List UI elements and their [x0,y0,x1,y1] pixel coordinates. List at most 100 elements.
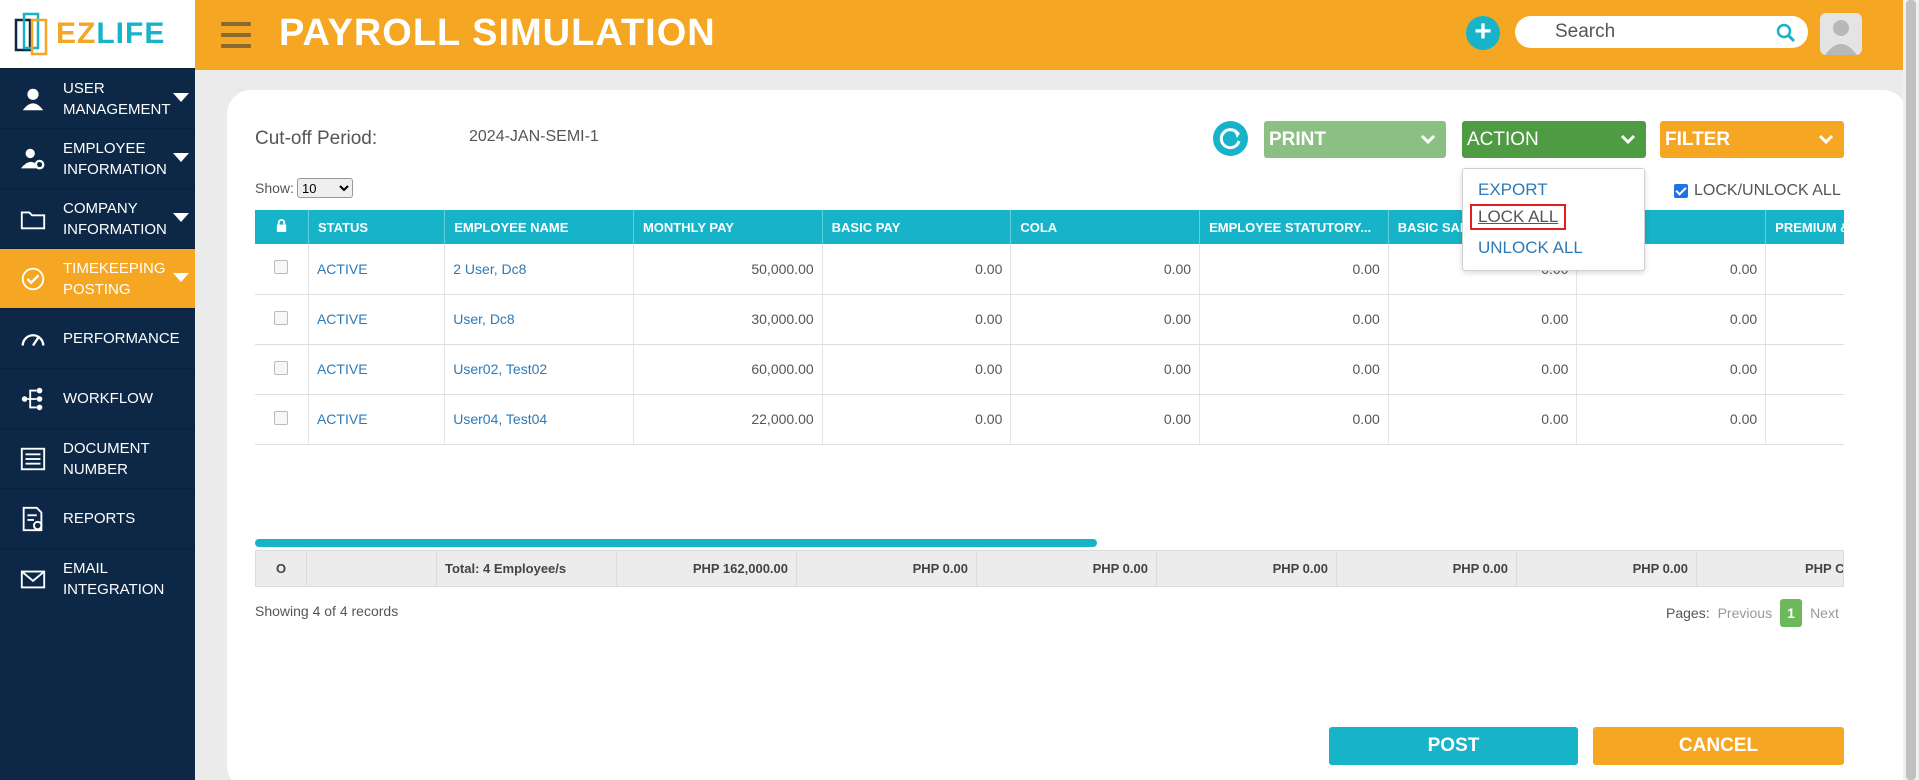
sidebar-item-workflow[interactable]: WORKFLOW [0,368,195,428]
sidebar-item-performance[interactable]: PERFORMANCE [0,308,195,368]
cola-cell: 0.00 [1010,244,1201,295]
logo[interactable]: EZLIFE [0,0,195,68]
caret-down-icon[interactable] [173,93,189,102]
status-cell[interactable]: ACTIVE [308,394,446,445]
row-checkbox[interactable] [274,410,289,425]
column-header[interactable]: EMPLOYEE STATUTORY... [1199,210,1389,244]
chevron-down-icon [1420,134,1436,145]
column-header[interactable]: EMPLOYEE NAME [444,210,634,244]
pages-label: Pages: [1666,605,1710,621]
row-checkbox-cell [255,294,309,345]
avatar[interactable] [1820,13,1862,55]
cola-cell: 0.00 [1010,294,1201,345]
print-label: PRINT [1269,129,1326,150]
sidebar-item-timekeeping-posting[interactable]: TIMEKEEPING POSTING [0,248,195,308]
employee-name-cell[interactable]: User04, Test04 [444,394,634,445]
value-cell: 0.00 [1576,294,1767,345]
monthly-pay-cell: 50,000.00 [633,244,823,295]
pagination: Pages: Previous 1 Next [1666,599,1839,627]
next-page-link[interactable]: Next [1810,605,1839,621]
action-dropdown-menu: EXPORT LOCK ALL UNLOCK ALL [1462,168,1645,271]
row-checkbox[interactable] [274,360,289,375]
refresh-button[interactable] [1213,121,1248,156]
cancel-button[interactable]: CANCEL [1593,727,1844,765]
sidebar-item-label: WORKFLOW [63,390,153,407]
value-cell: 0.00 [1576,344,1767,395]
column-header[interactable]: STATUS [308,210,446,244]
sidebar-item-label: REPORTS [63,510,136,527]
action-dropdown-button[interactable]: ACTION [1462,121,1646,158]
status-cell[interactable]: ACTIVE [308,294,446,345]
sidebar-item-label: PERFORMANCE [63,330,180,347]
sidebar-item-label: DOCUMENT NUMBER [63,439,150,478]
table-row[interactable]: ACTIVE User, Dc8 30,000.00 0.00 0.00 0.00 0.00… [255,294,1844,345]
statutory-cell: 0.00 [1199,344,1389,395]
monthly-pay-cell: 30,000.00 [633,294,823,345]
employee-name-cell[interactable]: User, Dc8 [444,294,634,345]
row-checkbox-cell [255,394,309,445]
sidebar-item-label: EMAIL INTEGRATION [63,559,165,598]
sidebar-item-reports[interactable]: REPORTS [0,488,195,548]
print-dropdown-button[interactable]: PRINT [1264,121,1446,158]
totals-employees: Total: 4 Employee/s [437,551,617,586]
sidebar-item-document-number[interactable]: DOCUMENT NUMBER [0,428,195,488]
table-row[interactable]: ACTIVE User02, Test02 60,000.00 0.00 0.00 0.0… [255,344,1844,395]
page-scrollbar-thumb[interactable] [1906,0,1916,780]
status-cell[interactable]: ACTIVE [308,244,446,295]
sidebar-item-label: EMPLOYEE INFORMATION [63,139,167,178]
totals-value: PHP 0.00 [1157,551,1337,586]
report-icon [18,504,48,534]
sidebar-item-employee-information[interactable]: EMPLOYEE INFORMATION [0,128,195,188]
search-icon[interactable] [1776,23,1796,43]
table-row[interactable]: ACTIVE User04, Test04 22,000.00 0.00 0.00 0.0… [255,394,1844,445]
previous-page-link[interactable]: Previous [1718,605,1772,621]
logo-life: LIFE [96,17,166,50]
chevron-down-icon [1818,134,1834,145]
add-button[interactable]: + [1466,16,1500,50]
column-header[interactable]: COLA [1010,210,1201,244]
sidebar-item-label: TIMEKEEPING POSTING [63,259,166,298]
page-number-button[interactable]: 1 [1780,599,1803,627]
horizontal-scrollbar[interactable] [255,539,1097,547]
totals-value: PHP C [1697,551,1843,586]
menu-item-lock-all[interactable]: LOCK ALL [1470,204,1567,230]
row-checkbox[interactable] [274,310,289,325]
records-summary: Showing 4 of 4 records [255,603,399,619]
lock-column-header[interactable] [255,210,309,244]
menu-item-unlock-all[interactable]: UNLOCK ALL [1478,238,1583,258]
menu-item-export[interactable]: EXPORT [1478,180,1548,200]
column-header[interactable]: MONTHLY PAY [633,210,823,244]
sidebar-item-user-management[interactable]: USER MANAGEMENT [0,68,195,128]
action-label: ACTION [1467,129,1539,150]
search-box [1515,16,1808,48]
caret-down-icon[interactable] [173,273,189,282]
sidebar-item-company-information[interactable]: COMPANY INFORMATION [0,188,195,248]
totals-count: O [256,551,307,586]
premium-ot-cell: 0 [1765,294,1844,345]
basic-pay-cell: 0.00 [822,244,1012,295]
lock-unlock-checkbox[interactable] [1674,184,1688,198]
column-header[interactable]: BASIC PAY [822,210,1012,244]
caret-down-icon[interactable] [173,153,189,162]
hamburger-menu-icon[interactable] [221,22,251,48]
employee-name-cell[interactable]: 2 User, Dc8 [444,244,634,295]
sidebar-item-email-integration[interactable]: EMAIL INTEGRATION [0,548,195,608]
column-header[interactable]: PREMIUM & OT PAY [1765,210,1844,244]
post-button[interactable]: POST [1329,727,1578,765]
employee-name-cell[interactable]: User02, Test02 [444,344,634,395]
monthly-pay-cell: 22,000.00 [633,394,823,445]
filter-dropdown-button[interactable]: FILTER [1660,121,1844,158]
totals-value: PHP 0.00 [797,551,977,586]
logo-ez: EZ [56,17,97,50]
search-input[interactable] [1555,21,1765,43]
page-size-select[interactable]: 10 [297,178,353,198]
caret-down-icon[interactable] [173,213,189,222]
lock-unlock-all-toggle[interactable]: LOCK/UNLOCK ALL [1674,182,1841,200]
status-cell[interactable]: ACTIVE [308,344,446,395]
envelope-icon [18,564,48,594]
cutoff-period-label: Cut-off Period: [255,128,378,149]
page-scrollbar[interactable] [1903,0,1919,780]
basic-salary-cell: 0.00 [1388,344,1578,395]
gauge-icon [18,324,48,354]
row-checkbox[interactable] [274,260,289,275]
